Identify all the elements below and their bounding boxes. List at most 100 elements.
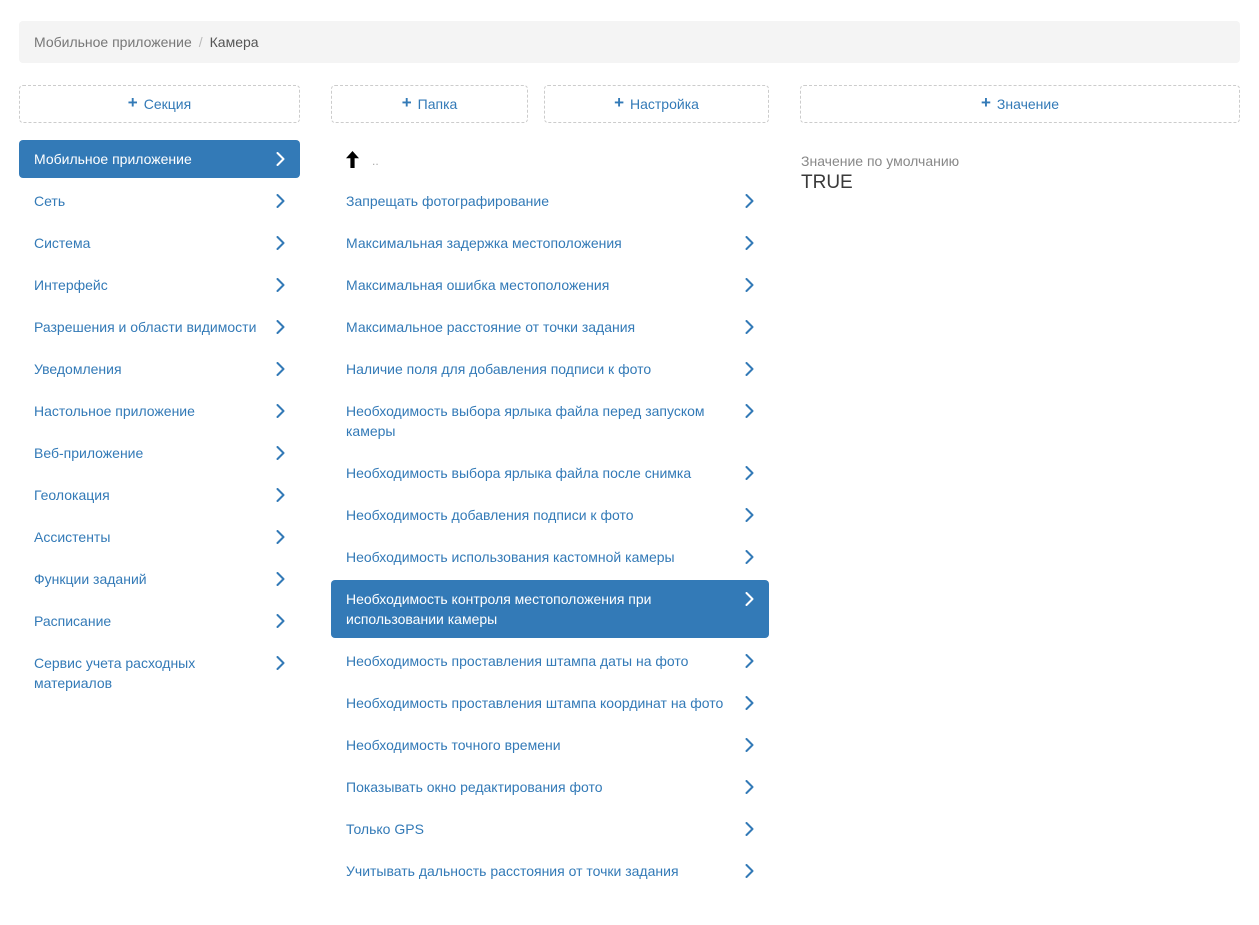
list-item[interactable]: Только GPS xyxy=(331,810,769,848)
list-item-label: Веб-приложение xyxy=(34,443,264,463)
list-item-label: Уведомления xyxy=(34,359,264,379)
list-item[interactable]: Разрешения и области видимости xyxy=(19,308,300,346)
add-setting-label: Настройка xyxy=(630,96,699,112)
chevron-right-icon xyxy=(276,233,285,253)
plus-icon: + xyxy=(614,93,624,113)
list-item-label: Сеть xyxy=(34,191,264,211)
list-item-label: Только GPS xyxy=(346,819,733,839)
list-item[interactable]: Функции заданий xyxy=(19,560,300,598)
list-item-label: Сервис учета расходных материалов xyxy=(34,653,264,693)
list-item-label: Учитывать дальность расстояния от точки … xyxy=(346,861,733,881)
list-item-label: Наличие поля для добавления подписи к фо… xyxy=(346,359,733,379)
list-item[interactable]: Наличие поля для добавления подписи к фо… xyxy=(331,350,769,388)
list-item[interactable]: Необходимость использования кастомной ка… xyxy=(331,538,769,576)
chevron-right-icon xyxy=(745,275,754,295)
list-item-label: Максимальная ошибка местоположения xyxy=(346,275,733,295)
list-item[interactable]: Максимальное расстояние от точки задания xyxy=(331,308,769,346)
list-item[interactable]: Необходимость проставления штампа даты н… xyxy=(331,642,769,680)
breadcrumb-section-link[interactable]: Мобильное приложение xyxy=(34,34,192,50)
chevron-right-icon xyxy=(276,527,285,547)
list-item[interactable]: Необходимость выбора ярлыка файла перед … xyxy=(331,392,769,450)
breadcrumb: Мобильное приложение / Камера xyxy=(19,21,1240,63)
sections-toolbar: + Секция xyxy=(19,85,300,123)
list-item[interactable]: Система xyxy=(19,224,300,262)
list-item[interactable]: Сеть xyxy=(19,182,300,220)
list-item[interactable]: Максимальная задержка местоположения xyxy=(331,224,769,262)
list-item-label: Ассистенты xyxy=(34,527,264,547)
value-column: + Значение Значение по умолчанию TRUE xyxy=(800,85,1240,894)
list-item-label: Необходимость проставления штампа коорди… xyxy=(346,693,733,713)
list-item-label: Необходимость контроля местоположения пр… xyxy=(346,589,733,629)
list-item[interactable]: Необходимость выбора ярлыка файла после … xyxy=(331,454,769,492)
list-item-label: Необходимость добавления подписи к фото xyxy=(346,505,733,525)
chevron-right-icon xyxy=(276,317,285,337)
plus-icon: + xyxy=(128,93,138,113)
default-value-text: TRUE xyxy=(801,171,1240,195)
list-item-label: Геолокация xyxy=(34,485,264,505)
list-item-label: Запрещать фотографирование xyxy=(346,191,733,211)
chevron-right-icon xyxy=(745,191,754,211)
list-item[interactable]: Учитывать дальность расстояния от точки … xyxy=(331,852,769,890)
list-item[interactable]: Расписание xyxy=(19,602,300,640)
list-item[interactable]: Сервис учета расходных материалов xyxy=(19,644,300,702)
list-item-label: Максимальное расстояние от точки задания xyxy=(346,317,733,337)
list-item-label: Необходимость выбора ярлыка файла после … xyxy=(346,463,733,483)
chevron-right-icon xyxy=(276,275,285,295)
plus-icon: + xyxy=(402,93,412,113)
list-item[interactable]: Необходимость контроля местоположения пр… xyxy=(331,580,769,638)
list-item[interactable]: Веб-приложение xyxy=(19,434,300,472)
chevron-right-icon xyxy=(276,191,285,211)
list-item[interactable]: Запрещать фотографирование xyxy=(331,182,769,220)
chevron-right-icon xyxy=(745,401,754,421)
chevron-right-icon xyxy=(745,233,754,253)
chevron-right-icon xyxy=(276,443,285,463)
list-item-label: Необходимость проставления штампа даты н… xyxy=(346,651,733,671)
chevron-right-icon xyxy=(276,611,285,631)
list-item[interactable]: Мобильное приложение xyxy=(19,140,300,178)
list-item[interactable]: Необходимость проставления штампа коорди… xyxy=(331,684,769,722)
chevron-right-icon xyxy=(745,359,754,379)
chevron-right-icon xyxy=(745,651,754,671)
chevron-right-icon xyxy=(276,149,285,169)
list-item[interactable]: Уведомления xyxy=(19,350,300,388)
list-item-label: Мобильное приложение xyxy=(34,149,264,169)
list-item-label: Разрешения и области видимости xyxy=(34,317,264,337)
chevron-right-icon xyxy=(276,653,285,673)
list-item[interactable]: Геолокация xyxy=(19,476,300,514)
list-item-label: Максимальная задержка местоположения xyxy=(346,233,733,253)
list-item-label: Интерфейс xyxy=(34,275,264,295)
add-folder-label: Папка xyxy=(418,96,458,112)
chevron-right-icon xyxy=(276,485,285,505)
list-item-label: Функции заданий xyxy=(34,569,264,589)
breadcrumb-current: Камера xyxy=(210,34,259,50)
list-item[interactable]: Ассистенты xyxy=(19,518,300,556)
list-item-label: Необходимость использования кастомной ка… xyxy=(346,547,733,567)
value-toolbar: + Значение xyxy=(800,85,1240,123)
list-item[interactable]: Настольное приложение xyxy=(19,392,300,430)
list-item[interactable]: Показывать окно редактирования фото xyxy=(331,768,769,806)
settings-list: Запрещать фотографирование Максимальная … xyxy=(331,182,769,890)
plus-icon: + xyxy=(981,93,991,113)
chevron-right-icon xyxy=(745,589,754,609)
add-value-button[interactable]: + Значение xyxy=(800,85,1240,123)
parent-folder-link[interactable]: .. xyxy=(331,140,769,178)
settings-toolbar: + Папка + Настройка xyxy=(331,85,769,123)
add-section-button[interactable]: + Секция xyxy=(19,85,300,123)
sections-column: + Секция Мобильное приложение Сеть Систе… xyxy=(19,85,300,894)
value-panel: Значение по умолчанию TRUE xyxy=(800,152,1240,195)
list-item[interactable]: Максимальная ошибка местоположения xyxy=(331,266,769,304)
list-item-label: Настольное приложение xyxy=(34,401,264,421)
add-setting-button[interactable]: + Настройка xyxy=(544,85,769,123)
chevron-right-icon xyxy=(745,317,754,337)
chevron-right-icon xyxy=(745,861,754,881)
sections-list: Мобильное приложение Сеть Система Интерф… xyxy=(19,140,300,702)
chevron-right-icon xyxy=(745,505,754,525)
list-item-label: Необходимость выбора ярлыка файла перед … xyxy=(346,401,733,441)
chevron-right-icon xyxy=(745,819,754,839)
list-item-label: Показывать окно редактирования фото xyxy=(346,777,733,797)
list-item[interactable]: Необходимость точного времени xyxy=(331,726,769,764)
list-item[interactable]: Необходимость добавления подписи к фото xyxy=(331,496,769,534)
add-folder-button[interactable]: + Папка xyxy=(331,85,528,123)
breadcrumb-separator: / xyxy=(199,34,203,50)
list-item[interactable]: Интерфейс xyxy=(19,266,300,304)
